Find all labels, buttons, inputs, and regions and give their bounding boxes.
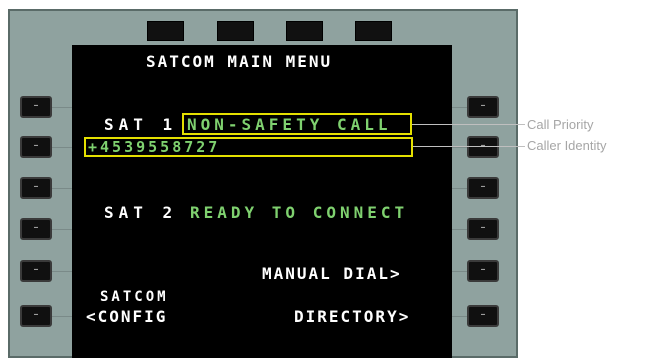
lsk-left-1[interactable]: – xyxy=(20,96,52,118)
lsk-right-3-tick xyxy=(452,188,467,189)
lsk-left-5[interactable]: – xyxy=(20,260,52,282)
satcom-label: SATCOM xyxy=(100,289,169,305)
annunciator-2 xyxy=(217,21,254,41)
caller-identity-leader xyxy=(413,146,525,147)
page-title: SATCOM MAIN MENU xyxy=(146,52,333,71)
lsk-left-3[interactable]: – xyxy=(20,177,52,199)
lsk-left-5-tick xyxy=(52,271,72,272)
manual-dial-prompt: MANUAL DIAL> xyxy=(262,264,402,283)
directory-prompt: DIRECTORY> xyxy=(294,307,411,326)
lsk-right-4-tick xyxy=(452,229,467,230)
lsk-right-2-tick xyxy=(452,147,467,148)
lsk-left-4[interactable]: – xyxy=(20,218,52,240)
lsk-left-6-tick xyxy=(52,316,72,317)
lsk-right-6[interactable]: – xyxy=(467,305,499,327)
lsk-right-1-tick xyxy=(452,107,467,108)
lsk-left-4-tick xyxy=(52,229,72,230)
lsk-right-2[interactable]: – xyxy=(467,136,499,158)
lsk-right-4[interactable]: – xyxy=(467,218,499,240)
sat1-label: SAT 1 xyxy=(104,115,178,134)
lsk-left-2[interactable]: – xyxy=(20,136,52,158)
lsk-left-2-tick xyxy=(52,147,72,148)
annunciator-4 xyxy=(355,21,392,41)
annunciator-1 xyxy=(147,21,184,41)
annunciator-3 xyxy=(286,21,323,41)
lsk-right-6-tick xyxy=(452,316,467,317)
caller-identity-annotation: Caller Identity xyxy=(527,138,607,153)
call-priority-leader xyxy=(412,124,525,125)
sat2-label: SAT 2 xyxy=(104,203,178,222)
config-prompt: <CONFIG xyxy=(86,307,168,326)
lsk-right-1[interactable]: – xyxy=(467,96,499,118)
sat2-status: READY TO CONNECT xyxy=(190,203,409,222)
lsk-right-3[interactable]: – xyxy=(467,177,499,199)
lsk-right-5[interactable]: – xyxy=(467,260,499,282)
lsk-left-1-tick xyxy=(52,107,72,108)
caller-identity-highlight xyxy=(84,137,413,157)
call-priority-highlight xyxy=(182,113,412,135)
lsk-right-5-tick xyxy=(452,271,467,272)
lsk-left-6[interactable]: – xyxy=(20,305,52,327)
lsk-left-3-tick xyxy=(52,188,72,189)
call-priority-annotation: Call Priority xyxy=(527,117,594,132)
